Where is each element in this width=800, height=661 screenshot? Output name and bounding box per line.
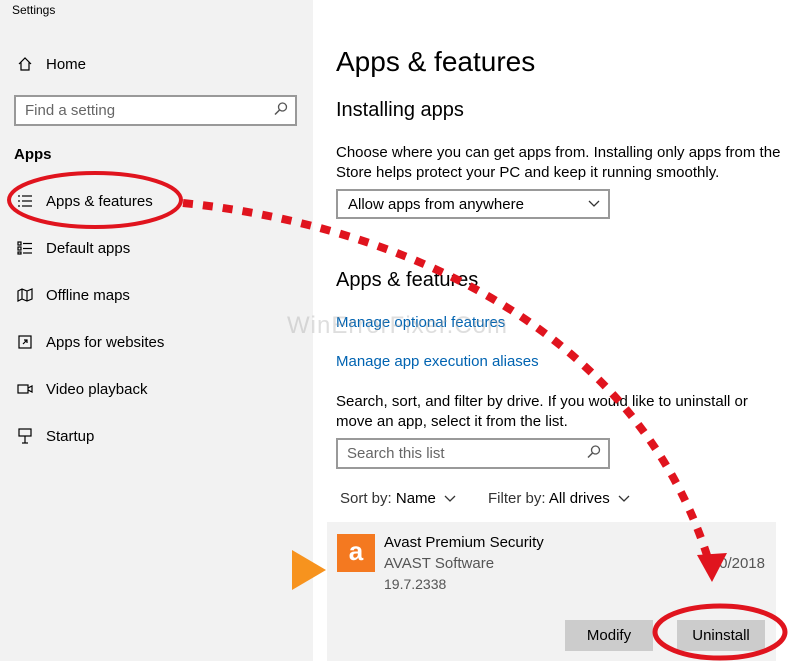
search-icon: [274, 101, 288, 120]
sidebar-item-apps-features[interactable]: Apps & features: [0, 181, 313, 221]
app-publisher: AVAST Software: [384, 555, 495, 572]
manage-app-execution-aliases-link[interactable]: Manage app execution aliases: [336, 353, 539, 370]
chevron-down-icon: [588, 200, 600, 207]
watermark: WinErrorFixer.Com: [287, 312, 509, 339]
app-list-item[interactable]: a Avast Premium Security AVAST Software …: [327, 522, 776, 661]
app-name: Avast Premium Security: [384, 534, 544, 551]
sidebar-item-default-apps[interactable]: Default apps: [0, 228, 313, 268]
search-list-input[interactable]: [347, 440, 563, 467]
apps-list-description: Search, sort, and filter by drive. If yo…: [336, 393, 748, 430]
app-source-dropdown[interactable]: Allow apps from anywhere: [336, 189, 610, 219]
map-icon: [16, 286, 34, 304]
chevron-down-icon: [618, 495, 630, 502]
installing-apps-heading: Installing apps: [336, 99, 464, 121]
list-icon: [16, 192, 34, 210]
default-apps-icon: [16, 239, 34, 257]
uninstall-button[interactable]: Uninstall: [677, 620, 765, 651]
app-version: 19.7.2338: [384, 576, 447, 592]
sidebar-item-label: Apps & features: [46, 192, 153, 210]
sort-by-control[interactable]: Sort by: Name: [340, 490, 456, 507]
video-icon: [16, 380, 34, 398]
filter-by-label: Filter by:: [488, 490, 546, 507]
window-title: Settings: [12, 3, 56, 17]
app-install-date: 0/2018: [719, 555, 765, 572]
sidebar-item-label: Default apps: [46, 239, 131, 257]
avast-app-icon: a: [337, 534, 375, 572]
find-setting-input[interactable]: [25, 97, 249, 124]
sort-by-label: Sort by:: [340, 490, 392, 507]
open-in-app-icon: [16, 333, 34, 351]
sidebar: Settings Home Apps Apps & features Defau…: [0, 0, 313, 661]
sidebar-item-label: Apps for websites: [46, 333, 165, 351]
filter-by-value: All drives: [548, 490, 610, 507]
chevron-down-icon: [444, 495, 456, 502]
avast-icon-letter: a: [348, 536, 364, 566]
modify-button[interactable]: Modify: [565, 620, 653, 651]
filter-by-control[interactable]: Filter by: All drives: [488, 490, 630, 507]
sidebar-item-offline-maps[interactable]: Offline maps: [0, 275, 313, 315]
sidebar-item-startup[interactable]: Startup: [0, 416, 313, 456]
section-label-apps: Apps: [14, 146, 52, 163]
search-list-box[interactable]: [336, 438, 610, 469]
sidebar-item-video-playback[interactable]: Video playback: [0, 369, 313, 409]
sort-by-value: Name: [395, 490, 436, 507]
sidebar-item-apps-for-websites[interactable]: Apps for websites: [0, 322, 313, 362]
home-label: Home: [46, 55, 87, 73]
startup-icon: [16, 427, 34, 445]
find-setting-search[interactable]: [14, 95, 297, 126]
search-icon: [587, 444, 601, 463]
sidebar-item-label: Startup: [46, 427, 95, 445]
sidebar-item-label: Video playback: [46, 380, 148, 398]
home-icon: [16, 55, 34, 73]
page-title: Apps & features: [336, 46, 536, 77]
apps-features-heading: Apps & features: [336, 269, 479, 291]
dropdown-value: Allow apps from anywhere: [348, 196, 524, 213]
home-nav-item[interactable]: Home: [0, 44, 313, 84]
sidebar-item-label: Offline maps: [46, 286, 130, 304]
installing-apps-description: Choose where you can get apps from. Inst…: [336, 144, 781, 181]
